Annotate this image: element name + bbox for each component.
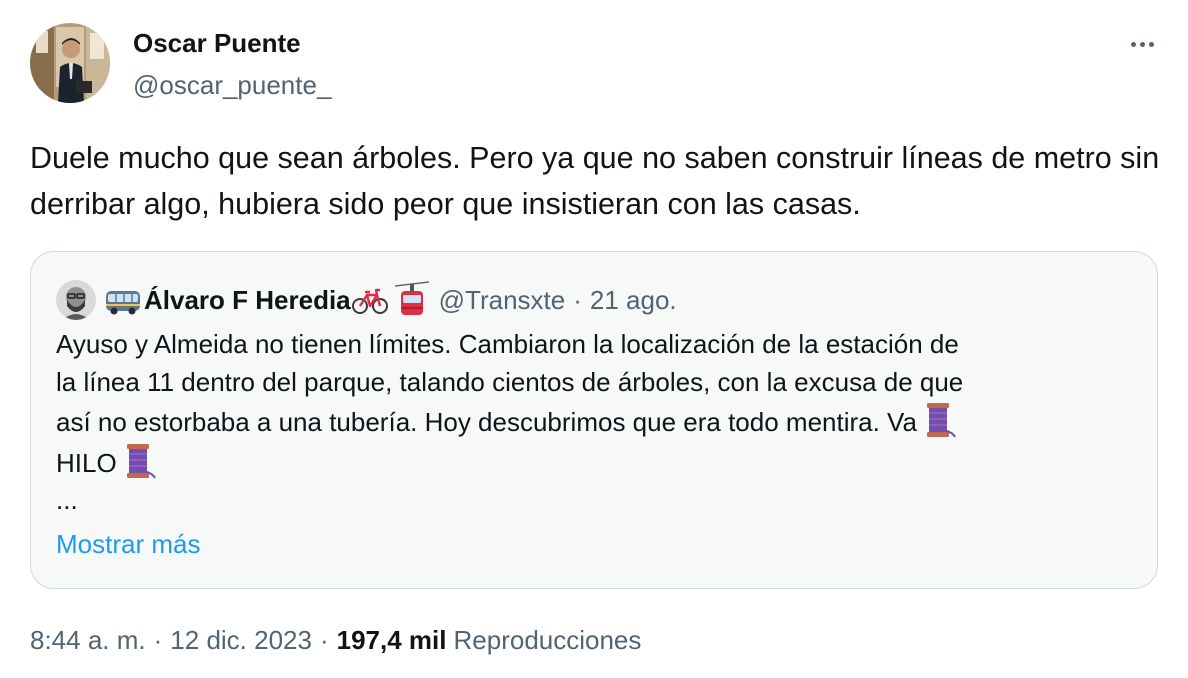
tweet: Oscar Puente @oscar_puente_ Duele mucho … <box>0 0 1188 678</box>
author-name[interactable]: Oscar Puente <box>133 28 301 59</box>
quoted-text-line: así no estorbaba a una tubería. Hoy desc… <box>56 401 1146 442</box>
more-dot-icon <box>1130 41 1136 47</box>
quoted-tweet[interactable]: Álvaro F Heredia @Transxte · 21 ago. Ayu… <box>30 251 1158 589</box>
quoted-author-avatar[interactable] <box>56 280 96 320</box>
more-dot-icon <box>1148 41 1154 47</box>
meta-separator: · <box>153 625 163 655</box>
tweet-text: Duele mucho que sean árboles. Pero ya qu… <box>30 141 1160 221</box>
aerial-tramway-icon <box>394 281 429 315</box>
quoted-separator: · <box>573 284 582 315</box>
author-handle[interactable]: @oscar_puente_ <box>133 70 331 101</box>
tweet-date[interactable]: 12 dic. 2023 <box>170 625 312 656</box>
author-avatar[interactable] <box>30 23 110 103</box>
bicycle-icon <box>351 288 388 314</box>
bus-icon <box>106 291 140 315</box>
views-label[interactable]: Reproducciones <box>454 625 642 656</box>
quoted-author-handle[interactable]: @Transxte <box>439 285 566 316</box>
quoted-text-line: Ayuso y Almeida no tienen límites. Cambi… <box>56 329 959 359</box>
quoted-text: Ayuso y Almeida no tienen límites. Cambi… <box>56 326 1146 520</box>
more-dot-icon <box>1139 41 1145 47</box>
quoted-date[interactable]: 21 ago. <box>590 285 677 316</box>
tweet-time[interactable]: 8:44 a. m. <box>30 625 146 656</box>
quoted-text-line: HILO <box>56 442 1146 483</box>
thread-spool-icon <box>126 443 156 478</box>
meta-separator: · <box>319 625 329 655</box>
thread-spool-icon <box>926 403 956 438</box>
show-more-link[interactable]: Mostrar más <box>56 529 200 560</box>
quoted-text-line: la línea 11 dentro del parque, talando c… <box>56 366 964 397</box>
quoted-header: Álvaro F Heredia @Transxte · 21 ago. <box>104 280 677 320</box>
more-options-button[interactable] <box>1118 28 1166 60</box>
tweet-metadata: 8:44 a. m. · 12 dic. 2023 · 197,4 mil Re… <box>30 625 641 656</box>
quoted-author-name[interactable]: Álvaro F Heredia <box>144 285 351 316</box>
views-count[interactable]: 197,4 mil <box>337 625 447 656</box>
quoted-text-line: ... <box>56 485 78 515</box>
